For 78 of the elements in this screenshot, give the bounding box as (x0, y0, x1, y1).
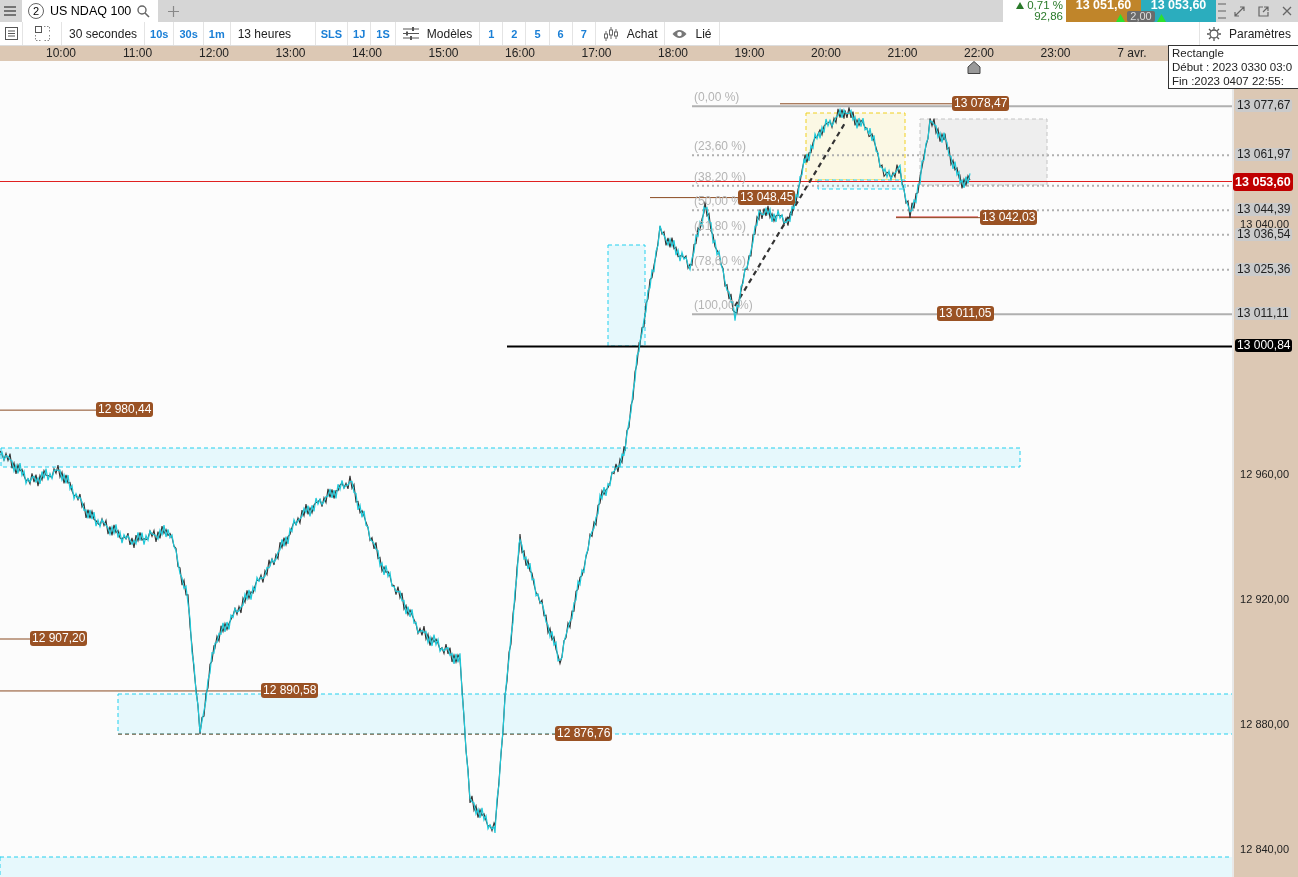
price-tag: 13 044,39 (1235, 203, 1293, 217)
price-axis-label: 12 880,00 (1240, 718, 1290, 730)
period-selector[interactable]: 30 secondes (62, 22, 146, 45)
period-shortcut[interactable]: 30s (174, 22, 204, 45)
price-label: 13 011,05 (937, 306, 994, 322)
instrument-tab[interactable]: 2 US NDAQ 100 (22, 0, 158, 22)
price-label: 13 078,47 (952, 95, 1010, 111)
link-button[interactable]: Lié (665, 22, 720, 45)
price-axis-label: 12 960,00 (1240, 468, 1290, 480)
price-axis-label: 12 920,00 (1240, 593, 1290, 605)
change-percent: 0,71 % (1027, 0, 1063, 11)
range-selector[interactable]: 13 heures (230, 22, 316, 45)
range-shortcut[interactable]: 1S (371, 22, 396, 45)
templates-button[interactable]: Modèles (395, 22, 481, 45)
list-icon[interactable] (4, 27, 18, 40)
price-tag: 13 011,11 (1235, 307, 1291, 321)
maximize-icon[interactable] (1233, 5, 1245, 17)
range-shortcut[interactable]: SLS (315, 22, 349, 45)
price-axis-label: 13 040,00 (1240, 218, 1290, 230)
spread-value: 2,00 (1127, 11, 1155, 22)
price-tag: 13 077,67 (1235, 99, 1293, 113)
price-axis-label: 12 840,00 (1240, 843, 1290, 855)
template-shortcut[interactable]: 7 (572, 22, 596, 45)
price-tag: 13 053,60 (1233, 172, 1293, 191)
drag-handle-icon[interactable] (1218, 1, 1226, 21)
price-label: 12 890,58 (261, 682, 319, 698)
time-axis-label: 10:00 (46, 46, 76, 61)
close-icon[interactable] (1282, 6, 1292, 16)
candlesticks-icon (602, 26, 619, 41)
price-tag: 13 036,54 (1235, 227, 1293, 241)
time-axis-label: 18:00 (658, 46, 688, 61)
time-axis-label: 16:00 (505, 46, 535, 61)
template-shortcut[interactable]: 6 (549, 22, 573, 45)
sliders-icon (402, 27, 419, 40)
sell-price-button[interactable]: 13 051,60 (1075, 0, 1132, 11)
pop-out-icon[interactable] (1257, 5, 1269, 17)
settings-icon (1206, 26, 1221, 41)
price-tag: 13 025,36 (1235, 262, 1293, 276)
buy-order-button[interactable]: Achat (595, 22, 666, 45)
time-axis-label: 14:00 (352, 46, 382, 61)
up-triangle-icon (1116, 14, 1126, 22)
time-axis-label: 23:00 (1040, 46, 1071, 61)
plus-icon (167, 5, 179, 17)
time-axis-label: 7 avr. (1117, 46, 1147, 61)
drawing-tooltip: Rectangle Début : 2023 0330 03:0 Fin :2023 0407 22:55: (1168, 45, 1298, 89)
template-shortcut[interactable]: 1 (480, 22, 504, 45)
price-label: 13 042,03 (980, 209, 1038, 225)
price-level-line (0, 638, 31, 640)
price-label: 12 980,44 (96, 402, 154, 418)
time-axis-label: 19:00 (734, 46, 765, 61)
range-shortcut[interactable]: 1J (348, 22, 372, 45)
search-icon[interactable] (137, 4, 151, 18)
change-points: 92,86 (1034, 11, 1063, 22)
price-label: 13 048,45 (738, 189, 796, 205)
period-shortcut[interactable]: 10s (145, 22, 175, 45)
up-triangle-icon (1156, 14, 1166, 22)
layout-grid-icon[interactable] (34, 26, 50, 41)
price-tag: 13 061,97 (1235, 148, 1293, 162)
eye-icon (672, 28, 688, 39)
period-shortcut[interactable]: 1m (203, 22, 231, 45)
time-axis-label: 17:00 (581, 46, 612, 61)
template-shortcut[interactable]: 5 (526, 22, 550, 45)
price-label: 12 876,76 (555, 726, 613, 742)
time-axis-label: 11:00 (122, 46, 153, 61)
price-label: 12 907,20 (30, 631, 88, 646)
fibonacci-label: (0,00 %) (694, 90, 740, 105)
time-axis-label: 13:00 (275, 46, 306, 61)
template-shortcut[interactable]: 2 (503, 22, 527, 45)
time-axis-label: 12:00 (199, 46, 229, 61)
price-tag: 13 000,84 (1235, 339, 1293, 353)
fibonacci-label: (38,20 %) (694, 169, 747, 184)
buy-price-button[interactable]: 13 053,60 (1150, 0, 1207, 11)
up-triangle-icon (1016, 2, 1025, 9)
time-axis-label: 22:00 (964, 46, 994, 61)
time-axis-label: 15:00 (428, 46, 459, 61)
time-axis-label: 20:00 (811, 46, 841, 61)
time-axis-label: 21:00 (887, 46, 918, 61)
fibonacci-label: (23,60 %) (694, 139, 747, 154)
